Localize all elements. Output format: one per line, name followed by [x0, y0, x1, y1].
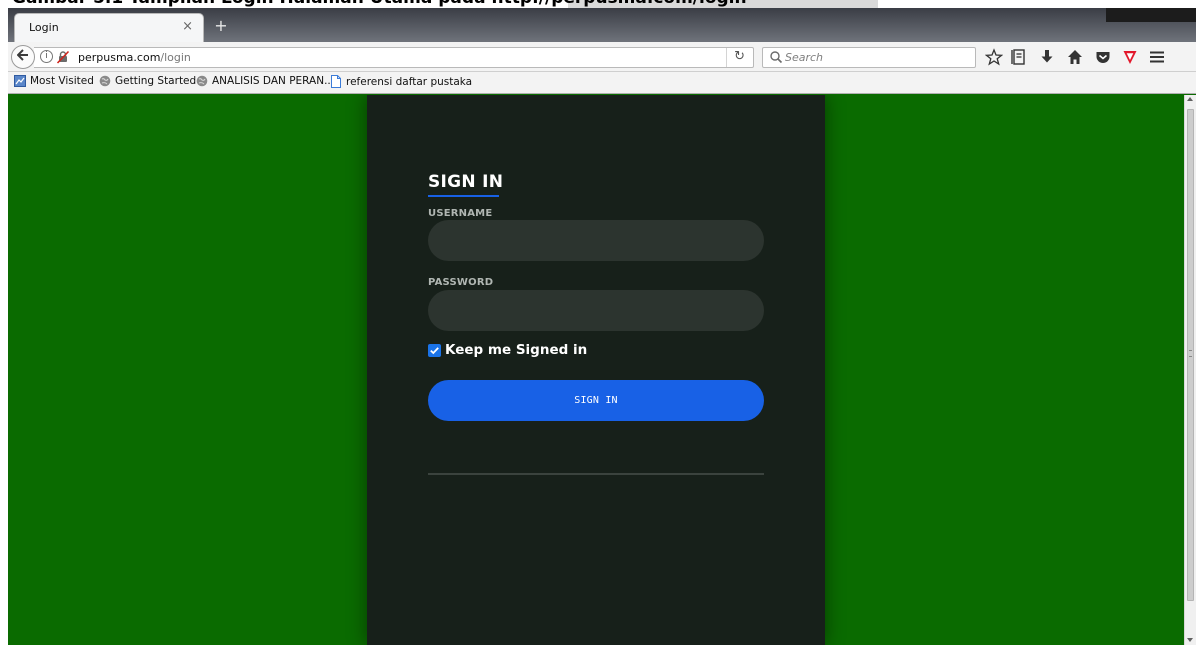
download-icon[interactable]	[1038, 48, 1056, 66]
bookmarks-toolbar: Most Visited Getting Started ANALISIS DA…	[8, 72, 1196, 94]
password-input[interactable]	[428, 290, 764, 331]
checkmark-icon	[430, 347, 439, 355]
back-arrow-icon	[16, 49, 28, 61]
keep-signed-label: Keep me Signed in	[445, 342, 588, 358]
url-host: perpusma.com	[78, 51, 161, 64]
scroll-down-icon[interactable]	[1187, 638, 1193, 642]
reading-list-icon[interactable]	[1010, 48, 1028, 66]
home-icon[interactable]	[1066, 48, 1084, 66]
bookmark-label: Most Visited	[30, 75, 94, 87]
page-content: SIGN IN USERNAME PASSWORD Keep me Signed…	[8, 95, 1184, 645]
bookmark-analisis[interactable]: ANALISIS DAN PERAN...	[196, 75, 334, 91]
ublock-icon[interactable]	[1121, 48, 1139, 66]
tab-bar: Login × +	[8, 8, 1196, 42]
scroll-up-icon[interactable]	[1187, 97, 1193, 101]
most-visited-icon	[14, 75, 26, 87]
insecure-lock-icon[interactable]	[56, 50, 70, 64]
password-label: PASSWORD	[428, 277, 494, 288]
navigation-toolbar: i perpusma.com/login ↻	[8, 42, 1196, 72]
signin-button[interactable]: SIGN IN	[428, 380, 764, 421]
tab-close-icon[interactable]: ×	[182, 19, 193, 34]
tab-title: Login	[29, 21, 59, 34]
bookmark-label: ANALISIS DAN PERAN...	[212, 75, 335, 87]
bookmark-referensi[interactable]: referensi daftar pustaka	[330, 75, 472, 91]
scroll-grip	[1189, 350, 1192, 357]
screen: Gambar 5.1 Tampilan Login Halaman Utama …	[0, 0, 1196, 645]
url-path: /login	[160, 51, 191, 64]
tab-login[interactable]: Login ×	[14, 13, 204, 42]
pocket-icon[interactable]	[1094, 48, 1112, 66]
page-icon	[331, 75, 341, 88]
globe-icon	[196, 75, 208, 87]
signin-heading: SIGN IN	[428, 172, 504, 192]
url-bar[interactable]: i perpusma.com/login ↻	[34, 47, 754, 68]
username-label: USERNAME	[428, 208, 493, 219]
document-caption: Gambar 5.1 Tampilan Login Halaman Utama …	[0, 0, 1196, 8]
username-input[interactable]	[428, 220, 764, 261]
browser-window: Login × + i perpusma.com/login ↻ Search …	[8, 8, 1196, 645]
bookmark-label: Getting Started	[115, 75, 197, 87]
reload-icon[interactable]: ↻	[734, 49, 745, 64]
bookmark-star-icon[interactable]	[985, 48, 1003, 66]
page-scrollbar[interactable]	[1184, 95, 1196, 645]
url-separator	[726, 48, 727, 67]
menu-icon[interactable]	[1148, 48, 1166, 66]
titlebar-corner	[1106, 8, 1196, 22]
bookmark-most-visited[interactable]: Most Visited	[14, 75, 94, 91]
panel-divider	[428, 473, 764, 475]
caption-text: Gambar 5.1 Tampilan Login Halaman Utama …	[12, 0, 747, 8]
heading-underline	[428, 195, 499, 197]
info-icon[interactable]: i	[40, 50, 53, 63]
search-input[interactable]	[785, 49, 965, 66]
url-text[interactable]: perpusma.com/login	[78, 51, 191, 64]
bookmark-label: referensi daftar pustaka	[346, 76, 473, 88]
scroll-thumb[interactable]	[1187, 109, 1194, 601]
globe-icon	[99, 75, 111, 87]
search-bar[interactable]	[762, 47, 976, 68]
new-tab-button[interactable]: +	[210, 17, 232, 37]
back-button[interactable]	[11, 45, 35, 69]
keep-signed-checkbox[interactable]	[428, 344, 441, 357]
search-icon	[770, 51, 783, 64]
bookmark-getting-started[interactable]: Getting Started	[99, 75, 196, 91]
login-panel: SIGN IN USERNAME PASSWORD Keep me Signed…	[367, 95, 825, 645]
